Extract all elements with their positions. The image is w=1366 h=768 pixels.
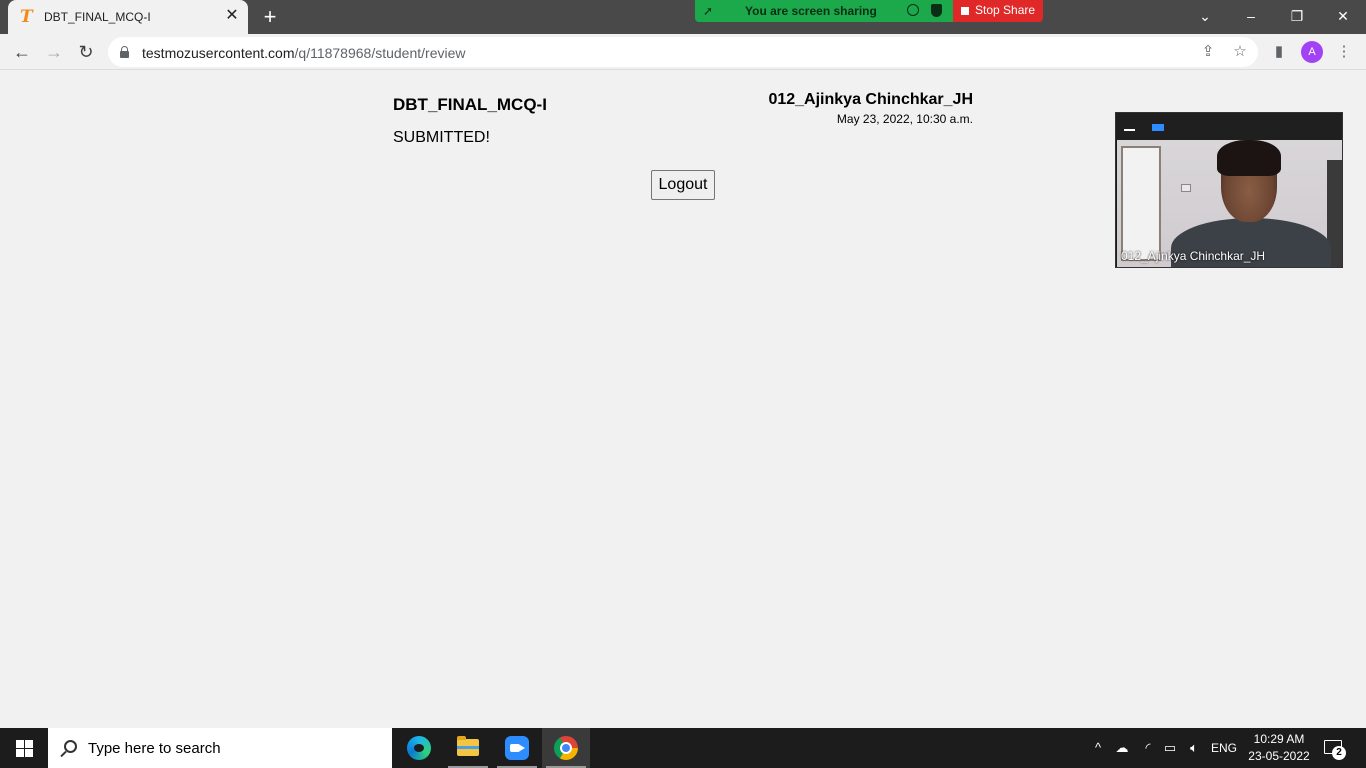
- language-indicator[interactable]: ENG: [1208, 738, 1240, 758]
- minimize-button[interactable]: –: [1237, 4, 1265, 28]
- expand-video-icon[interactable]: [1152, 124, 1164, 131]
- url-text[interactable]: testmozusercontent.com/q/11878968/studen…: [142, 45, 466, 61]
- sharing-status-text: You are screen sharing: [745, 4, 877, 18]
- video-thumbnail-panel[interactable]: 012_Ajinkya Chinchkar_JH: [1115, 112, 1343, 268]
- background-door: [1121, 146, 1161, 261]
- reload-icon[interactable]: ↻: [74, 40, 98, 64]
- participant-hair: [1217, 140, 1281, 176]
- profile-avatar[interactable]: A: [1301, 41, 1323, 63]
- background-switchboard: [1181, 184, 1191, 192]
- logout-button[interactable]: Logout: [651, 170, 715, 200]
- testmoz-favicon-icon: T: [20, 7, 33, 27]
- file-explorer-icon[interactable]: [444, 728, 492, 768]
- new-tab-button[interactable]: +: [258, 5, 282, 29]
- tab-close-icon[interactable]: ✕: [224, 8, 240, 24]
- screen-share-banner: ➚ You are screen sharing Stop Share: [695, 0, 1043, 22]
- tab-search-chevron-down-icon[interactable]: ⌄: [1191, 4, 1219, 28]
- share-arrow-icon: ➚: [703, 4, 714, 18]
- stop-icon: [961, 7, 969, 15]
- close-window-button[interactable]: ✕: [1329, 4, 1357, 28]
- shield-icon: [931, 4, 942, 17]
- tab-active[interactable]: T DBT_FINAL_MCQ-I ✕: [8, 0, 248, 34]
- onedrive-cloud-icon[interactable]: ☁: [1112, 738, 1132, 758]
- show-hidden-icons-chevron-up-icon[interactable]: ^: [1090, 738, 1106, 758]
- restore-button[interactable]: ❐: [1283, 4, 1311, 28]
- clock-time[interactable]: 10:29 AM: [1244, 732, 1314, 746]
- stop-share-button[interactable]: Stop Share: [953, 0, 1043, 22]
- video-panel-toolbar: [1116, 113, 1342, 140]
- address-bar[interactable]: testmozusercontent.com/q/11878968/studen…: [108, 37, 1258, 67]
- tab-title: DBT_FINAL_MCQ-I: [44, 10, 151, 24]
- taskbar-search-box[interactable]: Type here to search: [48, 728, 392, 768]
- browser-tab-strip: T DBT_FINAL_MCQ-I ✕ + ➚ You are screen s…: [0, 0, 1366, 34]
- lock-icon: [120, 46, 129, 58]
- battery-icon[interactable]: ▭: [1160, 738, 1180, 758]
- volume-icon[interactable]: 🔈︎: [1184, 738, 1204, 758]
- clock-date[interactable]: 23-05-2022: [1244, 749, 1314, 763]
- notification-count: 2: [1332, 746, 1346, 760]
- bookmark-star-icon[interactable]: ☆: [1228, 40, 1252, 64]
- share-icon[interactable]: ⇪: [1196, 40, 1220, 64]
- menu-kebab-icon[interactable]: ⋮: [1332, 40, 1356, 64]
- minimize-video-icon[interactable]: [1124, 129, 1135, 131]
- sharing-indicator[interactable]: ➚ You are screen sharing: [695, 0, 953, 22]
- student-name: 012_Ajinkya Chinchkar_JH: [768, 91, 973, 108]
- browser-toolbar: ← → ↻ testmozusercontent.com/q/11878968/…: [0, 34, 1366, 70]
- submission-date: May 23, 2022, 10:30 a.m.: [836, 112, 973, 126]
- search-placeholder: Type here to search: [88, 740, 221, 757]
- connection-icon: [907, 4, 919, 16]
- forward-arrow-icon[interactable]: →: [42, 40, 66, 64]
- submission-status: SUBMITTED!: [393, 129, 490, 146]
- side-panel-icon[interactable]: ▮: [1267, 40, 1291, 64]
- edge-app-icon[interactable]: [395, 728, 443, 768]
- notification-center-icon[interactable]: 2: [1322, 736, 1346, 760]
- windows-start-icon[interactable]: [0, 728, 48, 768]
- zoom-app-icon[interactable]: [493, 728, 541, 768]
- wifi-icon[interactable]: ◜: [1138, 738, 1158, 758]
- stop-share-label: Stop Share: [975, 3, 1036, 17]
- participant-name: 012_Ajinkya Chinchkar_JH: [1121, 249, 1266, 263]
- chrome-app-icon[interactable]: [542, 728, 590, 768]
- webcam-feed: 012_Ajinkya Chinchkar_JH: [1117, 140, 1342, 267]
- back-arrow-icon[interactable]: ←: [10, 40, 34, 64]
- quiz-title: DBT_FINAL_MCQ-I: [393, 95, 547, 114]
- windows-taskbar: Type here to search ^ ☁ ◜ ▭ 🔈︎ ENG 10:29…: [0, 728, 1366, 768]
